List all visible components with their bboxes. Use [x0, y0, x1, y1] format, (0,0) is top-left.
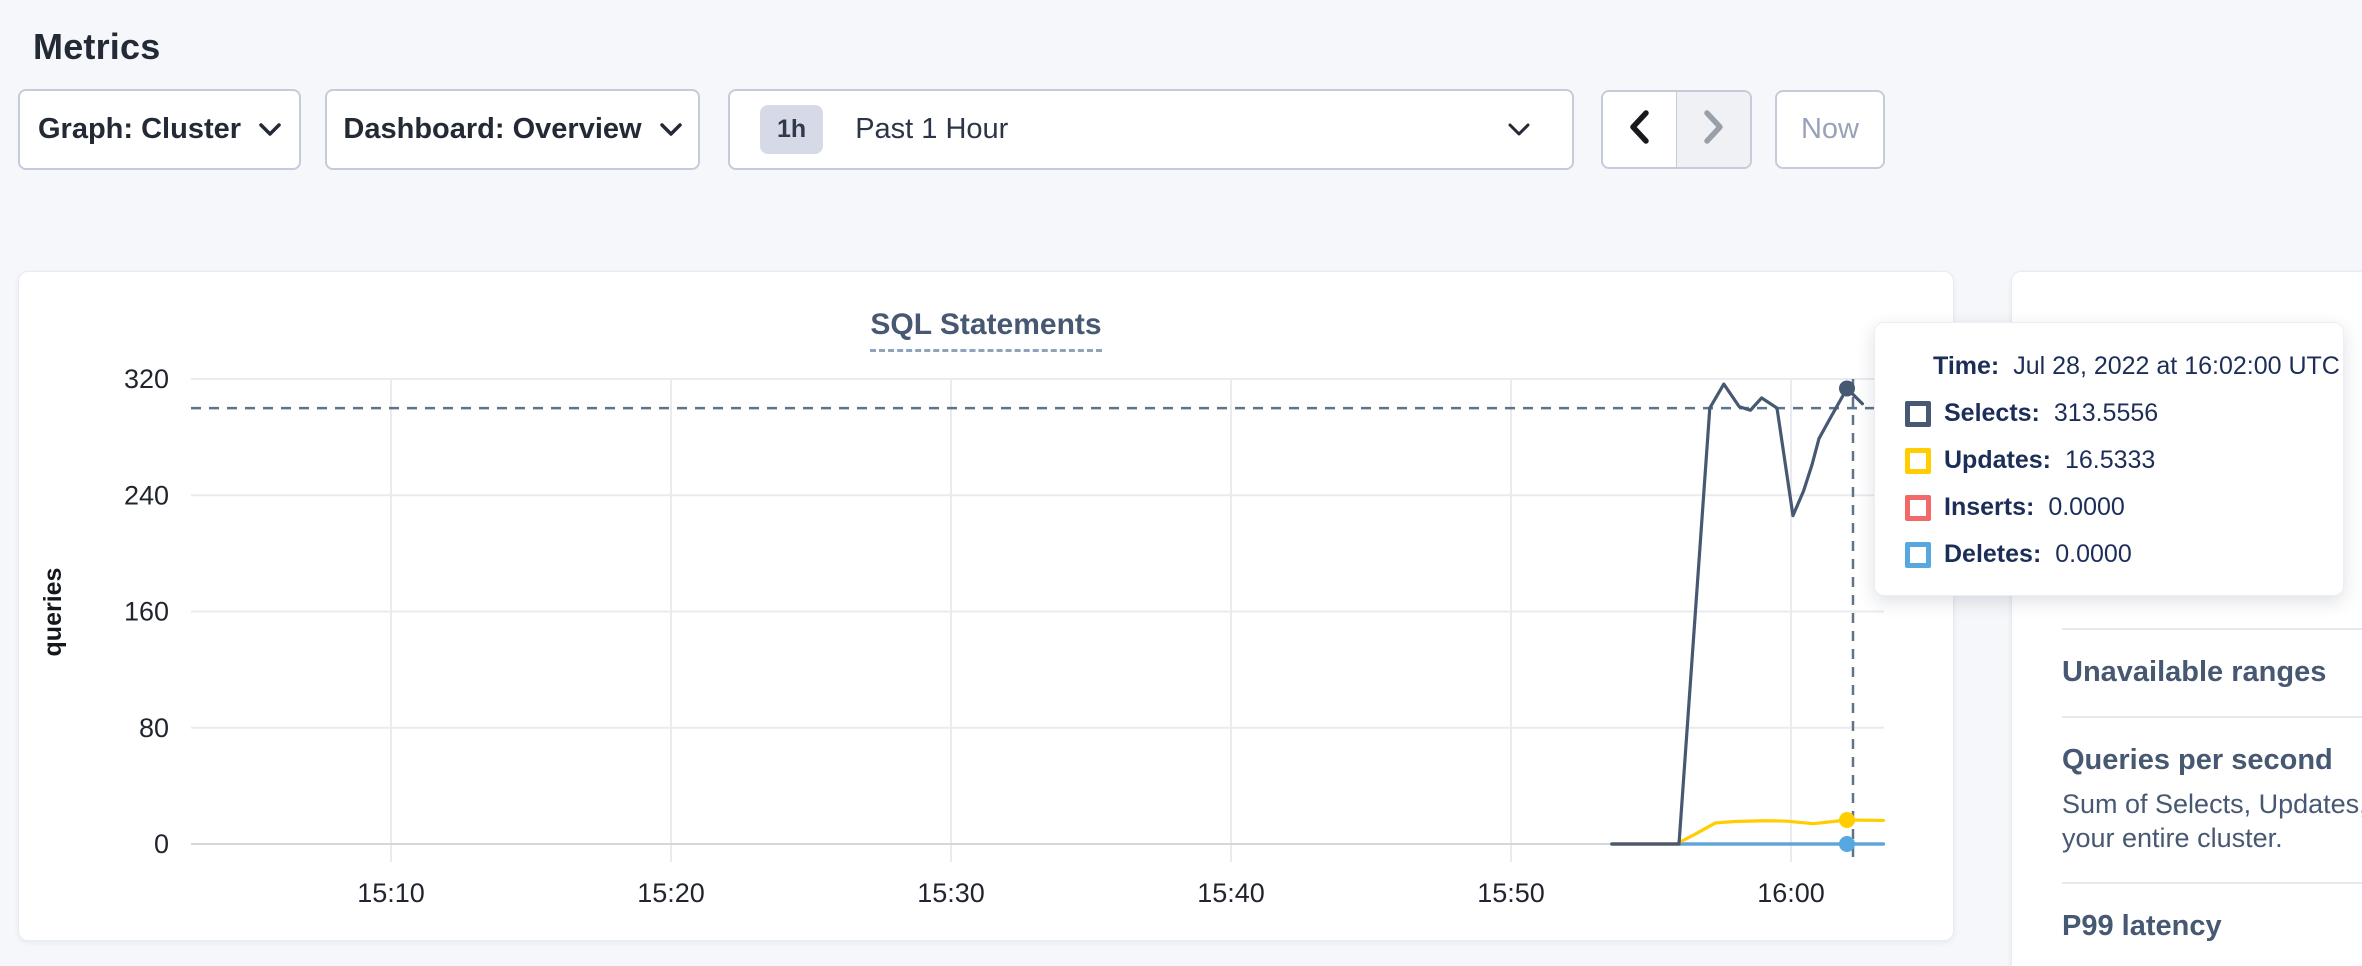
summary-item-description: Sum of Selects, Updates, Inseryour entir…: [2062, 787, 2362, 855]
chevron-down-icon: [1508, 123, 1530, 137]
tooltip-series-row: Updates: 16.5333: [1905, 447, 2313, 474]
deletes-series-swatch-icon: [1905, 542, 1931, 568]
dashboard-dropdown[interactable]: Dashboard: Overview: [325, 89, 700, 170]
sql-statements-chart-plot[interactable]: 15:10 15:20 15:30 15:40 15:50 16:00 320 240 160 8…: [19, 272, 1953, 940]
svg-text:15:40: 15:40: [1197, 878, 1265, 908]
tooltip-series-row: Deletes: 0.0000: [1905, 541, 2313, 568]
tooltip-time-value: Jul 28, 2022 at 16:02:00 UTC: [2013, 352, 2340, 381]
tooltip-series-value: 0.0000: [2055, 540, 2131, 569]
svg-text:15:50: 15:50: [1477, 878, 1545, 908]
time-window-nav: [1601, 90, 1752, 169]
tooltip-time-label: Time:: [1933, 352, 1999, 381]
sql-statements-chart-card: SQL Statements 15:1015:2015:3015:4015:50…: [18, 271, 1954, 941]
svg-text:0: 0: [154, 829, 169, 859]
svg-text:160: 160: [124, 597, 169, 627]
chart-summary-list: Unavailable ranges Queries per second Su…: [2062, 628, 2362, 966]
svg-text:16:00: 16:00: [1757, 878, 1825, 908]
svg-text:15:30: 15:30: [917, 878, 985, 908]
time-range-badge: 1h: [760, 105, 823, 154]
page-title: Metrics: [33, 26, 160, 68]
selects-series-swatch-icon: [1905, 401, 1931, 427]
summary-item-title: P99 latency: [2062, 910, 2362, 943]
graph-scope-dropdown-label: Graph: Cluster: [38, 113, 241, 146]
dashboard-dropdown-label: Dashboard: Overview: [343, 113, 641, 146]
chart-hover-tooltip: Time: Jul 28, 2022 at 16:02:00 UTC Selec…: [1874, 322, 2344, 596]
list-item: Queries per second Sum of Selects, Updat…: [2062, 718, 2362, 882]
tooltip-time-row: Time: Jul 28, 2022 at 16:02:00 UTC: [1933, 353, 2313, 380]
summary-item-title: Unavailable ranges: [2062, 656, 2362, 689]
chevron-down-icon: [259, 123, 281, 137]
tooltip-series-label: Selects:: [1944, 399, 2040, 428]
svg-text:15:20: 15:20: [637, 878, 705, 908]
list-item: Unavailable ranges: [2062, 630, 2362, 716]
svg-text:queries: queries: [39, 568, 67, 657]
chevron-right-icon: [1703, 109, 1725, 150]
now-button[interactable]: Now: [1775, 90, 1885, 169]
svg-text:15:10: 15:10: [357, 878, 425, 908]
svg-text:80: 80: [139, 713, 169, 743]
tooltip-series-row: Selects: 313.5556: [1905, 400, 2313, 427]
chevron-down-icon: [660, 123, 682, 137]
time-range-label: Past 1 Hour: [855, 113, 1008, 146]
updates-series-swatch-icon: [1905, 448, 1931, 474]
graph-scope-dropdown[interactable]: Graph: Cluster: [18, 89, 301, 170]
tooltip-series-label: Inserts:: [1944, 493, 2034, 522]
next-time-window-button[interactable]: [1677, 92, 1750, 167]
tooltip-series-label: Deletes:: [1944, 540, 2041, 569]
chevron-left-icon: [1628, 109, 1650, 150]
tooltip-series-value: 16.5333: [2065, 446, 2155, 475]
tooltip-series-value: 313.5556: [2054, 399, 2158, 428]
list-item: P99 latency: [2062, 884, 2362, 966]
tooltip-series-label: Updates:: [1944, 446, 2051, 475]
time-range-dropdown[interactable]: 1h Past 1 Hour: [728, 89, 1574, 170]
summary-item-title: Queries per second: [2062, 744, 2362, 777]
tooltip-series-value: 0.0000: [2048, 493, 2124, 522]
inserts-series-swatch-icon: [1905, 495, 1931, 521]
metrics-page: Metrics Graph: Cluster Dashboard: Overvi…: [0, 0, 2362, 966]
previous-time-window-button[interactable]: [1603, 92, 1676, 167]
now-button-label: Now: [1801, 113, 1859, 146]
svg-text:320: 320: [124, 364, 169, 394]
tooltip-series-row: Inserts: 0.0000: [1905, 494, 2313, 521]
svg-text:240: 240: [124, 480, 169, 510]
